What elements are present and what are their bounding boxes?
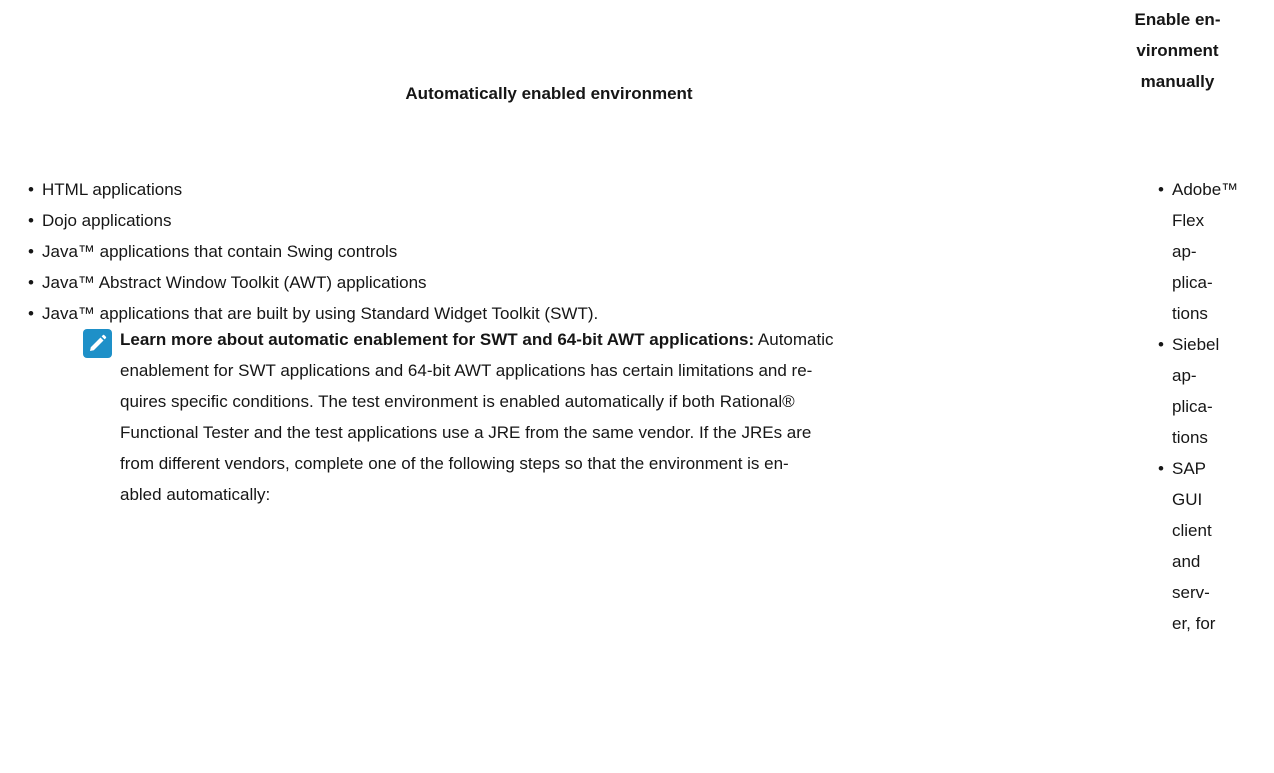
list-item: HTML applications bbox=[28, 174, 598, 205]
list-item: Java™ Abstract Window Toolkit (AWT) appl… bbox=[28, 267, 598, 298]
note-line: Functional Tester and the test applicati… bbox=[120, 423, 812, 442]
note-text: Learn more about automatic enablement fo… bbox=[120, 324, 1095, 510]
note-title: Learn more about automatic enablement fo… bbox=[120, 330, 755, 349]
list-item: • Siebel ap- plica- tions bbox=[1158, 329, 1238, 453]
header-manual-line: manually bbox=[1140, 72, 1215, 91]
list-item-line: Siebel bbox=[1172, 335, 1220, 354]
list-item: Dojo applications bbox=[28, 205, 598, 236]
list-item: Java™ applications that contain Swing co… bbox=[28, 236, 598, 267]
list-item-line: tions bbox=[1172, 428, 1208, 447]
pencil-icon bbox=[83, 329, 112, 358]
header-automatic: Automatically enabled environment bbox=[405, 84, 693, 103]
note-line: quires specific conditions. The test env… bbox=[120, 392, 795, 411]
list-item-line: er, for bbox=[1172, 614, 1216, 633]
list-item-line: plica- bbox=[1172, 397, 1213, 416]
list-item: • Adobe™ Flex ap- plica- tions bbox=[1158, 174, 1238, 329]
header-manual-line: vironment bbox=[1136, 41, 1219, 60]
note-line: Automatic bbox=[757, 330, 834, 349]
manual-environment-list: • Adobe™ Flex ap- plica- tions • Siebel … bbox=[1158, 174, 1238, 639]
list-item-line: and bbox=[1172, 552, 1201, 571]
list-item-line: tions bbox=[1172, 304, 1208, 323]
note-line: abled automatically: bbox=[120, 485, 271, 504]
list-item-line: GUI bbox=[1172, 490, 1203, 509]
list-item-line: serv- bbox=[1172, 583, 1210, 602]
header-manual-line: Enable en- bbox=[1134, 10, 1221, 29]
list-item-line: Flex bbox=[1172, 211, 1205, 230]
header-manual: Enable en- vironment manually bbox=[1115, 4, 1240, 97]
enablement-table: Automatically enabled environment Enable… bbox=[0, 0, 1274, 773]
list-item: • SAP GUI client and serv- er, for bbox=[1158, 453, 1238, 639]
list-item-line: plica- bbox=[1172, 273, 1213, 292]
list-item-line: ap- bbox=[1172, 366, 1197, 385]
bullet: • bbox=[1158, 335, 1164, 354]
bullet: • bbox=[1158, 459, 1164, 478]
list-item-line: client bbox=[1172, 521, 1212, 540]
auto-environment-list: HTML applications Dojo applications Java… bbox=[28, 174, 598, 329]
list-item-line: SAP bbox=[1172, 459, 1207, 478]
note-line: from different vendors, complete one of … bbox=[120, 454, 789, 473]
note-line: enablement for SWT applications and 64-b… bbox=[120, 361, 813, 380]
bullet: • bbox=[1158, 180, 1164, 199]
list-item-line: ap- bbox=[1172, 242, 1197, 261]
list-item-line: Adobe™ bbox=[1172, 180, 1239, 199]
